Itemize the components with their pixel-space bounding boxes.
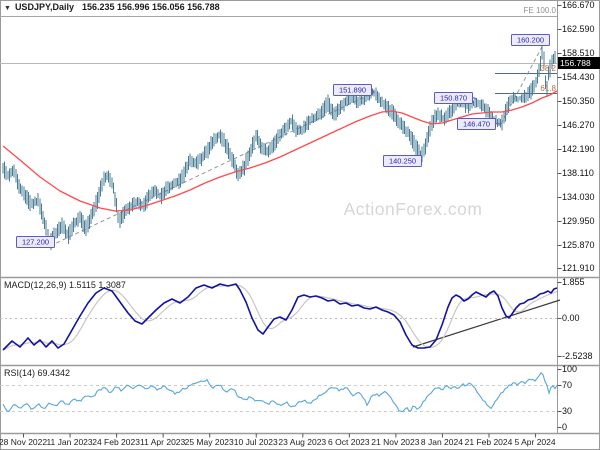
rsi-axis-tick: 100 xyxy=(562,364,578,374)
rsi-indicator-title: RSI(14) 69.4342 xyxy=(4,368,71,378)
fib-expansion-label: FE 100.0 xyxy=(523,6,556,15)
svg-text:151.890: 151.890 xyxy=(339,86,366,95)
collapse-icon[interactable]: ▼ xyxy=(4,5,11,12)
svg-text:150.870: 150.870 xyxy=(440,94,467,103)
rsi-axis[interactable]: 100 70 30 0 xyxy=(560,0,600,450)
date-label: 10 Jul 2023 xyxy=(233,437,278,447)
reference-lines xyxy=(0,16,557,94)
date-label: 21 Nov 2023 xyxy=(371,437,420,447)
date-label: 21 Feb 2024 xyxy=(464,437,513,447)
price-label-151.890[interactable]: 151.890 xyxy=(333,84,375,96)
date-axis[interactable]: 28 Nov 2022 11 Jan 2023 24 Feb 2023 11 Apr … xyxy=(0,434,600,450)
trendlines[interactable] xyxy=(49,42,561,348)
ohlc-header: ▼ USDJPY,Daily 156.235 156.996 156.056 156… xyxy=(4,2,220,12)
price-label-140.250[interactable]: 140.250 xyxy=(383,155,423,167)
rsi-axis-tick: 70 xyxy=(562,380,573,390)
chart-canvas[interactable]: 127.200 151.890 140.250 150.870 146.470 160.2… xyxy=(0,0,600,450)
macd-line xyxy=(2,283,558,351)
date-label: 28 Nov 2022 xyxy=(0,437,48,447)
symbol-timeframe-label: USDJPY,Daily xyxy=(14,2,74,12)
rsi-axis-tick: 0 xyxy=(562,422,568,432)
svg-text:140.250: 140.250 xyxy=(389,157,416,166)
chart-window: 127.200 151.890 140.250 150.870 146.470 160.2… xyxy=(0,0,600,450)
watermark: ActionForex.com xyxy=(343,199,483,219)
svg-text:160.200: 160.200 xyxy=(517,36,544,45)
ohlc-values: 156.235 156.996 156.056 156.788 xyxy=(81,2,220,12)
price-label-146.470[interactable]: 146.470 xyxy=(457,118,502,130)
rsi-axis-tick: 30 xyxy=(562,406,573,416)
price-label-150.870[interactable]: 150.870 xyxy=(434,92,478,104)
date-label: 8 Jan 2024 xyxy=(420,437,463,447)
date-label: 11 Apr 2023 xyxy=(140,437,186,447)
moving-average-line xyxy=(2,90,558,212)
fib-382-label: 38.2 xyxy=(540,64,556,73)
date-label: 24 Feb 2023 xyxy=(92,437,140,447)
date-label: 6 Oct 2023 xyxy=(328,437,370,447)
price-label-160.200[interactable]: 160.200 xyxy=(511,34,550,46)
date-label: 5 Apr 2024 xyxy=(514,437,556,447)
macd-indicator-title: MACD(12,26,9) 1.5115 1.3087 xyxy=(4,280,126,290)
date-label: 11 Jan 2023 xyxy=(46,437,93,447)
svg-text:146.470: 146.470 xyxy=(463,120,490,129)
rsi-line xyxy=(2,372,558,413)
date-label: 23 Aug 2023 xyxy=(278,437,327,447)
date-label: 25 May 2023 xyxy=(184,437,234,447)
fib-618-label: 61.8 xyxy=(540,84,556,93)
price-label-127.200[interactable]: 127.200 xyxy=(16,236,55,248)
svg-text:127.200: 127.200 xyxy=(22,238,49,247)
